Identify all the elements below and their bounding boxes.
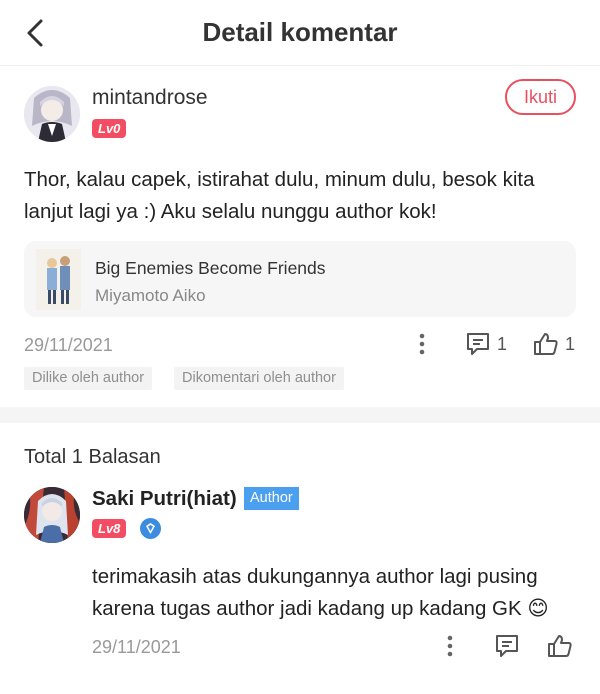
shield-badge-icon [140,518,161,539]
page-title: Detail komentar [202,17,398,47]
reply-user-avatar[interactable] [24,487,80,543]
reply-count-button[interactable]: 1 [465,332,507,356]
book-title: Big Enemies Become Friends [95,258,326,278]
liked-by-author-tag: Dilike oleh author [24,367,153,390]
comment-icon [467,333,489,355]
reply-more-options-button[interactable] [442,634,458,658]
book-author: Miyamoto Aiko [95,286,206,305]
follow-button[interactable]: Ikuti [505,79,576,115]
reply-comment-button[interactable] [494,634,520,658]
comment-username[interactable]: mintandrose [92,86,208,110]
reply-username[interactable]: Saki Putri(hiat) [92,487,237,511]
thumbs-up-icon [534,333,558,355]
more-vertical-icon [447,635,453,657]
comment-text: Thor, kalau capek, istirahat dulu, minum… [24,168,535,223]
replies-total-label: Total 1 Balasan [24,446,161,468]
thumbs-up-icon [548,635,572,657]
reply-date: 29/11/2021 [92,637,181,657]
app-header: Detail komentar [0,0,600,66]
commented-by-author-tag: Dikomentari oleh author [174,367,344,390]
like-button[interactable]: 1 [533,332,575,356]
book-card[interactable]: Big Enemies Become Friends Miyamoto Aiko [24,241,576,317]
reply-text: terimakasih atas dukungannya author lagi… [92,565,549,620]
author-badge: Author [244,487,299,510]
level-badge: Lv0 [92,119,127,138]
book-cover-image [36,249,81,310]
reply-level-badge: Lv8 [92,519,127,538]
more-vertical-icon [419,333,425,355]
user-avatar[interactable] [24,86,80,142]
reply-count: 1 [497,333,508,354]
comment-icon [496,635,518,657]
comment-date: 29/11/2021 [24,335,113,355]
more-options-button[interactable] [414,332,430,356]
section-divider [0,407,600,423]
like-count: 1 [565,333,576,354]
reply-like-button[interactable] [547,634,573,658]
